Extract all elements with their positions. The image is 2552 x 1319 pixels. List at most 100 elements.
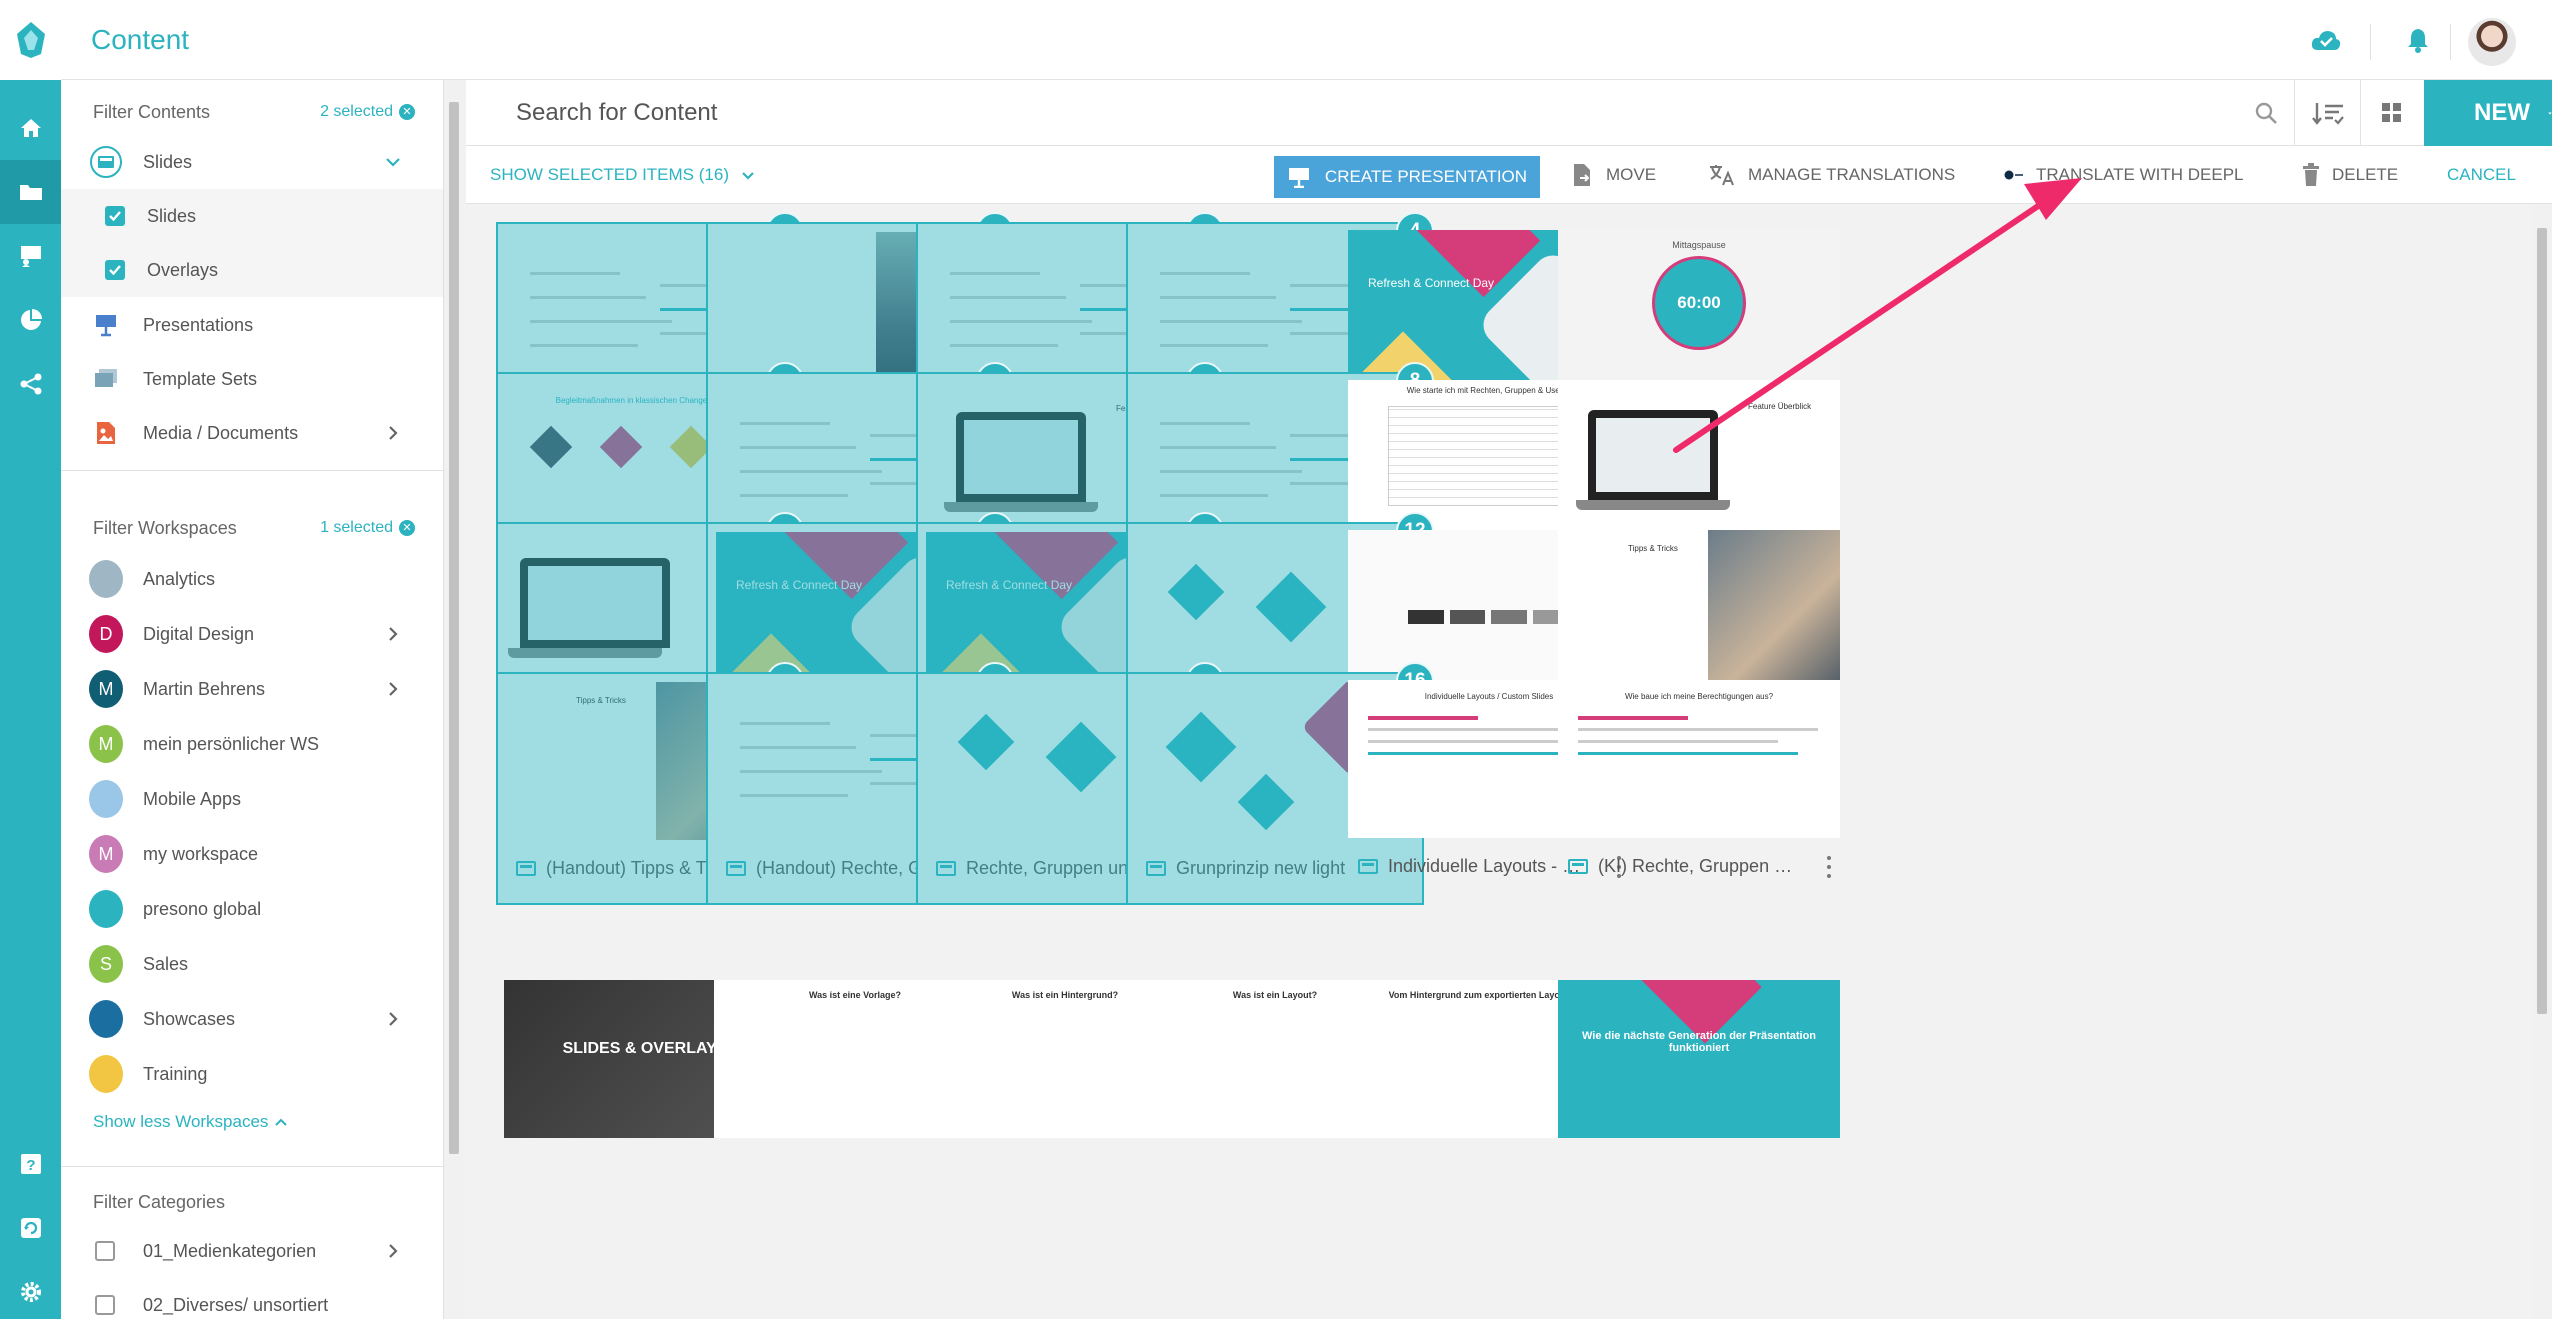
slide-thumbnail[interactable]: Mittagspause 60:00 xyxy=(1558,230,1840,388)
workspace-item[interactable]: presono global xyxy=(61,882,443,936)
chevron-up-icon[interactable] xyxy=(381,150,405,174)
user-avatar[interactable] xyxy=(2468,18,2516,66)
thumb-text: Mittagspause xyxy=(1672,240,1726,250)
workspace-item[interactable]: Analytics xyxy=(61,552,443,606)
new-button[interactable]: NEW xyxy=(2424,80,2552,146)
checkbox-unchecked-icon[interactable] xyxy=(95,1295,115,1315)
content-grid: (KI) Website Text1Refresh & Connect Day … xyxy=(466,204,2532,1319)
workspace-item[interactable]: D Digital Design xyxy=(61,607,443,661)
workspace-item[interactable]: Mobile Apps xyxy=(61,772,443,826)
slide-type-icon xyxy=(1568,859,1588,874)
cloud-sync-icon[interactable] xyxy=(2308,22,2344,58)
workspace-avatar-initial: M xyxy=(89,670,123,708)
filter-contents-heading: Filter Contents xyxy=(93,102,211,122)
app-title: Content xyxy=(91,24,190,55)
checkbox-checked-icon[interactable] xyxy=(105,260,125,280)
clear-filter-icon[interactable]: ✕ xyxy=(399,104,415,120)
divider xyxy=(61,1166,443,1167)
category-item[interactable]: 02_Diverses/ unsortiert xyxy=(61,1278,443,1319)
chevron-right-icon[interactable] xyxy=(381,677,405,701)
workspace-item[interactable]: Mmy workspace xyxy=(61,827,443,881)
help-icon[interactable]: ? xyxy=(0,1132,61,1196)
chevron-right-icon[interactable] xyxy=(381,1239,405,1263)
new-button-label: NEW xyxy=(2474,99,2530,126)
search-input[interactable] xyxy=(516,90,2216,136)
cancel-button[interactable]: CANCEL xyxy=(2447,146,2516,204)
refresh-icon[interactable] xyxy=(0,1196,61,1260)
chevron-up-icon xyxy=(275,1118,288,1126)
translate-with-deepl-button[interactable]: TRANSLATE WITH DEEPL xyxy=(2004,146,2244,204)
chevron-right-icon[interactable] xyxy=(381,1007,405,1031)
filter-item-presentations[interactable]: Presentations xyxy=(61,298,443,352)
workspace-label: mein persönlicher WS xyxy=(143,733,320,754)
workspace-label: Martin Behrens xyxy=(143,678,266,699)
workspace-item[interactable]: M Martin Behrens xyxy=(61,662,443,716)
checkbox-unchecked-icon[interactable] xyxy=(95,1241,115,1261)
move-button[interactable]: MOVE xyxy=(1572,146,1656,204)
slide-thumbnail[interactable]: Wie die nächste Generation der Präsentat… xyxy=(1558,980,1840,1138)
workspace-label: Mobile Apps xyxy=(143,788,242,809)
workspace-avatar: D xyxy=(89,615,123,653)
filter-item-template-sets[interactable]: Template Sets xyxy=(61,352,443,406)
workspace-item[interactable]: S Sales xyxy=(61,937,443,991)
content-card[interactable]: Wie baue ich meine Berechtigungen aus? (K… xyxy=(1550,672,1848,905)
workspace-item[interactable]: Training xyxy=(61,1047,443,1101)
filter-panel-scrollbar[interactable] xyxy=(444,80,464,1319)
translate-icon xyxy=(1710,165,1734,186)
folder-icon[interactable] xyxy=(0,160,61,224)
workspace-item[interactable]: Showcases xyxy=(61,992,443,1046)
thumb-text: Wie die nächste Generation der Präsentat… xyxy=(1581,1030,1817,1054)
content-scrollbar[interactable] xyxy=(2532,204,2552,1319)
show-less-workspaces-link[interactable]: Show less Workspaces xyxy=(93,1112,288,1132)
sort-icon[interactable] xyxy=(2296,80,2360,146)
scrollbar-thumb[interactable] xyxy=(2537,228,2547,1014)
thumb-text: Feature Überblick xyxy=(1748,402,1812,411)
filter-subitem-slides[interactable]: Slides xyxy=(61,189,443,243)
top-separator xyxy=(2450,24,2451,60)
presenter-icon[interactable] xyxy=(0,224,61,288)
category-item[interactable]: 01_Medienkategorien xyxy=(61,1224,443,1278)
filter-subitem-label: Slides xyxy=(147,205,197,226)
chevron-right-icon[interactable] xyxy=(381,622,405,646)
card-title: (KI) Rechte, Gruppen un... xyxy=(1598,856,1798,876)
bell-icon[interactable] xyxy=(2400,22,2436,58)
filter-item-slides[interactable]: Slides xyxy=(61,135,443,189)
workspace-avatar: M xyxy=(89,670,123,708)
filter-workspaces-selected[interactable]: 1 selected ✕ xyxy=(320,519,415,537)
settings-gear-icon[interactable] xyxy=(0,1260,61,1319)
workspace-label: Training xyxy=(143,1063,208,1084)
translate-deepl-label: TRANSLATE WITH DEEPL xyxy=(2036,165,2244,184)
filter-item-media[interactable]: Media / Documents xyxy=(61,406,443,460)
analytics-pie-icon[interactable] xyxy=(0,288,61,352)
scrollbar-thumb[interactable] xyxy=(449,102,459,1154)
chevron-right-icon[interactable] xyxy=(381,421,405,445)
slide-thumbnail[interactable]: Wie baue ich meine Berechtigungen aus? xyxy=(1558,680,1840,838)
create-presentation-button[interactable]: CREATE PRESENTATION xyxy=(1274,156,1540,198)
slide-type-icon xyxy=(936,861,956,876)
filter-contents-selected[interactable]: 2 selected ✕ xyxy=(320,103,415,121)
trash-icon xyxy=(2303,163,2319,186)
show-selected-items-button[interactable]: SHOW SELECTED ITEMS (16) xyxy=(490,146,755,204)
checkbox-checked-icon[interactable] xyxy=(105,206,125,226)
workspace-label: Digital Design xyxy=(143,623,255,644)
search-icon[interactable] xyxy=(2236,80,2296,146)
share-icon[interactable] xyxy=(0,352,61,416)
filter-workspaces-heading: Filter Workspaces xyxy=(93,518,237,538)
presentation-icon xyxy=(1288,168,1309,188)
filter-panel: Filter Contents 2 selected ✕ Slides Slid… xyxy=(61,80,444,1319)
more-options-icon[interactable] xyxy=(1822,856,1836,878)
manage-translations-button[interactable]: MANAGE TRANSLATIONS xyxy=(1708,146,1955,204)
workspace-avatar-initial: M xyxy=(89,725,123,763)
slide-thumbnail[interactable]: Tipps & Tricks xyxy=(1558,530,1840,688)
workspace-item[interactable]: Mmein persönlicher WS xyxy=(61,717,443,771)
content-card[interactable]: Wie die nächste Generation der Präsentat… xyxy=(1550,972,1848,1205)
presono-logo[interactable] xyxy=(0,0,61,80)
delete-button[interactable]: DELETE xyxy=(2302,146,2398,204)
home-icon[interactable] xyxy=(0,96,61,160)
grid-view-icon[interactable] xyxy=(2361,80,2423,146)
clear-filter-icon[interactable]: ✕ xyxy=(399,520,415,536)
slide-thumbnail[interactable]: Feature Überblick xyxy=(1558,380,1840,538)
filter-subitem-overlays[interactable]: Overlays xyxy=(61,243,443,297)
thumb-text: Tipps & Tricks xyxy=(1628,544,1678,553)
workspace-label: Sales xyxy=(143,953,189,974)
